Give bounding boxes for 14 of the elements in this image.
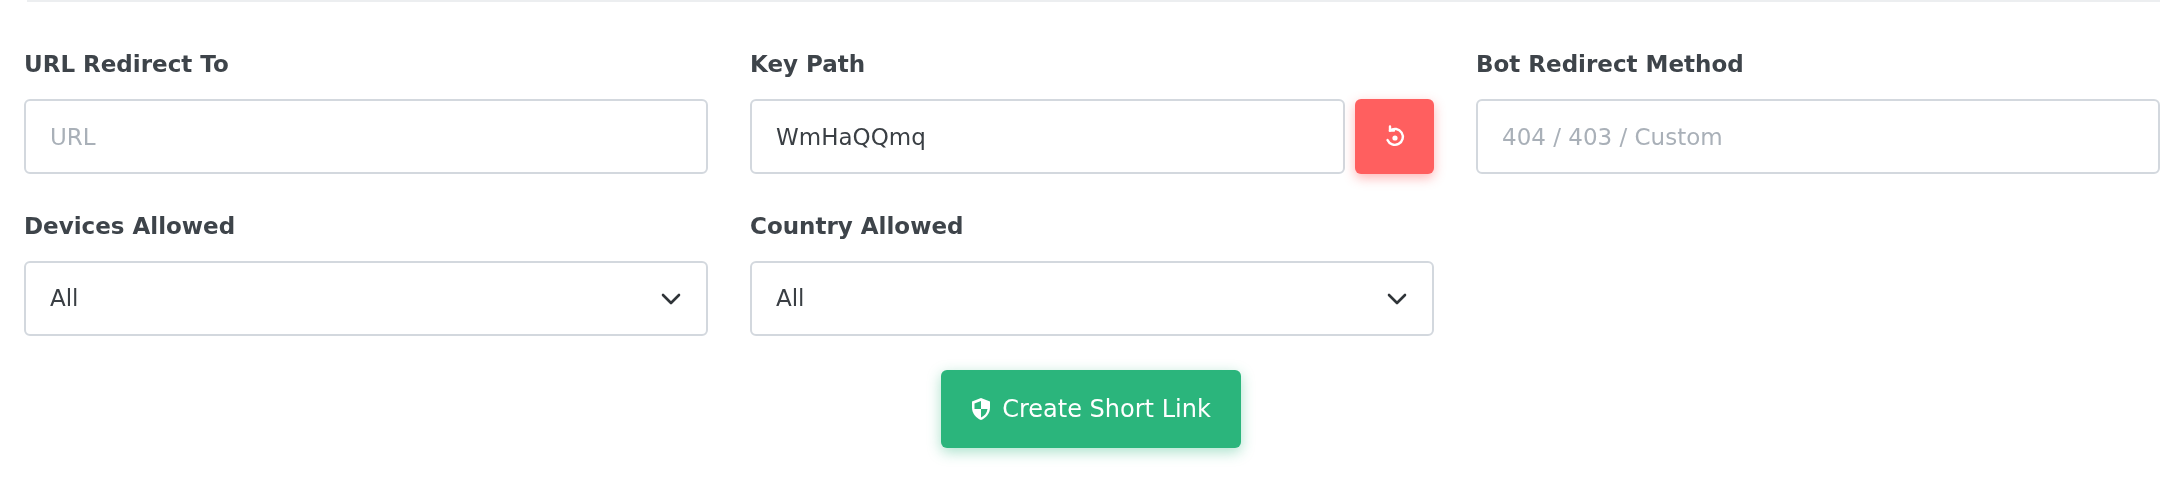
shield-icon bbox=[970, 397, 993, 421]
text-field[interactable]: URL bbox=[24, 99, 708, 174]
key-path-field[interactable]: WmHaQQmq bbox=[750, 99, 1345, 174]
chevron-down-icon bbox=[660, 291, 682, 306]
field-label: Bot Redirect Method bbox=[1476, 50, 1745, 78]
select-field[interactable]: All bbox=[24, 261, 708, 336]
regenerate-button[interactable] bbox=[1355, 99, 1434, 174]
field-label: Country Allowed bbox=[750, 212, 965, 240]
select-field[interactable]: All bbox=[750, 261, 1434, 336]
field-label: Devices Allowed bbox=[24, 212, 237, 240]
chevron-down-icon bbox=[1386, 291, 1408, 306]
field-label: URL Redirect To bbox=[24, 50, 230, 78]
text-field[interactable]: 404 / 403 / Custom bbox=[1476, 99, 2160, 174]
field-label: Key Path bbox=[750, 50, 867, 78]
